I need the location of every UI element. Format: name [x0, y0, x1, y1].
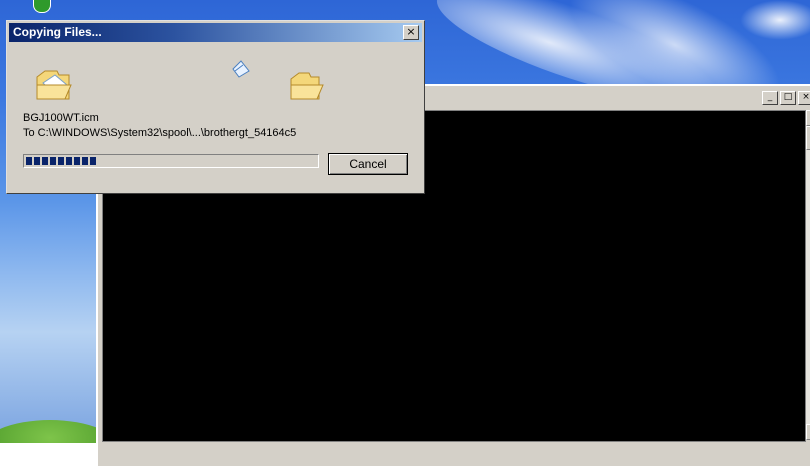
copying-files-dialog: Copying Files... × BGJ100WT.icm To C:\WI… [6, 20, 425, 194]
wallpaper-cloud [740, 0, 810, 40]
cancel-button[interactable]: Cancel [328, 153, 408, 175]
dialog-titlebar[interactable]: Copying Files... × [9, 23, 422, 42]
minimize-button[interactable]: _ [762, 91, 778, 105]
maximize-button[interactable]: □ [780, 91, 796, 105]
copy-animation [36, 60, 324, 100]
scroll-down-arrow-icon[interactable]: ▼ [806, 424, 810, 440]
dialog-close-button[interactable]: × [403, 25, 419, 40]
scroll-thumb[interactable] [806, 126, 810, 150]
close-button[interactable]: × [798, 91, 810, 105]
scroll-up-arrow-icon[interactable]: ▲ [806, 110, 810, 126]
progress-fill [26, 157, 98, 165]
desktop-shortcut-icon[interactable] [33, 0, 51, 13]
source-folder-icon [36, 70, 72, 100]
vertical-scrollbar[interactable]: ▲ ▼ [806, 110, 810, 440]
current-file-name: BGJ100WT.icm [23, 112, 99, 124]
destination-path: To C:\WINDOWS\System32\spool\...\brother… [23, 127, 297, 139]
destination-folder-icon [290, 72, 324, 100]
dialog-title: Copying Files... [13, 25, 102, 39]
flying-document-icon [232, 60, 250, 78]
copy-progress-bar [23, 154, 319, 168]
